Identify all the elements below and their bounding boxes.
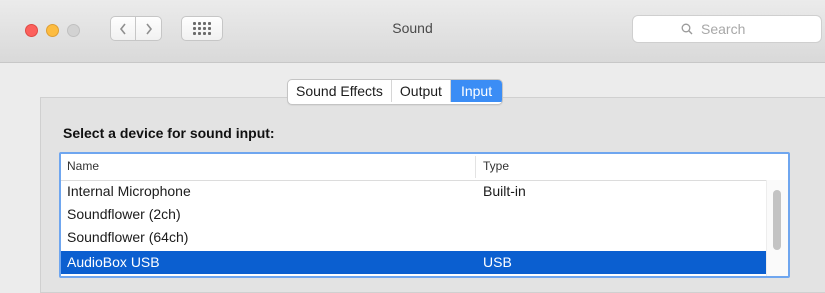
table-row[interactable]: Soundflower (2ch) (61, 203, 768, 226)
scrollbar-thumb[interactable] (773, 190, 781, 250)
input-device-table[interactable]: Name Type Internal Microphone Built-in S… (59, 152, 790, 278)
tab-output[interactable]: Output (392, 80, 451, 102)
table-row[interactable]: Internal Microphone Built-in (61, 180, 768, 203)
device-type: Built-in (483, 183, 526, 199)
table-row-selected[interactable]: AudioBox USB USB (61, 251, 768, 274)
device-name: Soundflower (2ch) (67, 206, 181, 222)
input-device-heading: Select a device for sound input: (63, 125, 275, 141)
device-name: AudioBox USB (67, 254, 160, 270)
table-row[interactable]: Soundflower (64ch) (61, 226, 768, 249)
search-field[interactable] (632, 15, 822, 43)
device-name: Internal Microphone (67, 183, 191, 199)
tab-bar: Sound Effects Output Input (287, 79, 504, 105)
device-type: USB (483, 254, 512, 270)
tab-sound-effects[interactable]: Sound Effects (288, 80, 392, 102)
vertical-scrollbar[interactable] (766, 180, 788, 276)
search-input[interactable] (699, 20, 773, 38)
column-header-name[interactable]: Name (67, 159, 99, 173)
tab-input[interactable]: Input (450, 80, 503, 102)
table-header: Name Type (61, 154, 788, 181)
column-header-type[interactable]: Type (483, 159, 509, 173)
sound-preferences-window: Sound Sound Effects Output Input Select … (0, 0, 825, 293)
title-bar: Sound (0, 0, 825, 63)
device-name: Soundflower (64ch) (67, 229, 189, 245)
magnifier-icon (681, 23, 693, 35)
column-divider (475, 156, 476, 178)
